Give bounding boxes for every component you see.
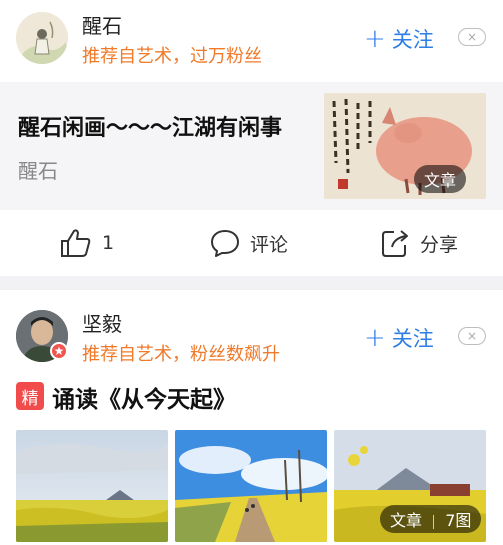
featured-badge: 精 [16,382,44,410]
author-name[interactable]: 醒石 [82,10,122,39]
tag-divider [433,514,435,529]
post-image-2[interactable] [175,430,327,542]
recommendation-text: 推荐自艺术，粉丝数飙升 [82,344,280,365]
dismiss-button[interactable]: × [458,28,486,46]
share-button[interactable]: 分享 [380,228,458,258]
recommendation-text: 推荐自艺术，过万粉丝 [82,46,262,67]
post-title[interactable]: 诵读《从今天起》 [52,380,236,414]
author-name[interactable]: 坚毅 [82,308,122,337]
post-image-1[interactable] [16,430,168,542]
like-count: 1 [102,232,115,254]
image-count-tag: 文章 7图 [380,505,482,533]
share-label: 分享 [420,233,459,256]
dismiss-button[interactable]: × [458,327,486,345]
article-source: 醒石 [18,159,58,183]
comment-bubble-icon [211,230,239,257]
follow-button[interactable]: + 关注 [364,323,434,353]
follow-label: 关注 [391,327,434,351]
close-icon: × [466,329,478,343]
comment-label: 评论 [250,233,289,256]
plus-icon: + [364,24,386,54]
verified-badge-icon [50,342,68,360]
like-button[interactable]: 1 [60,228,114,258]
plus-icon: + [364,323,386,353]
article-title[interactable]: 醒石闲画～～～江湖有闲事 [18,110,282,142]
image-tag-type: 文章 [390,511,423,530]
close-icon: × [466,30,478,44]
share-icon [382,230,408,257]
article-type-tag: 文章 [414,165,467,193]
image-tag-count: 7图 [445,511,472,530]
follow-label: 关注 [391,28,434,52]
comment-button[interactable]: 评论 [210,228,288,258]
follow-button[interactable]: + 关注 [364,24,434,54]
author-avatar[interactable] [16,12,68,64]
card-divider [0,276,503,290]
thumbs-up-icon [61,229,91,257]
